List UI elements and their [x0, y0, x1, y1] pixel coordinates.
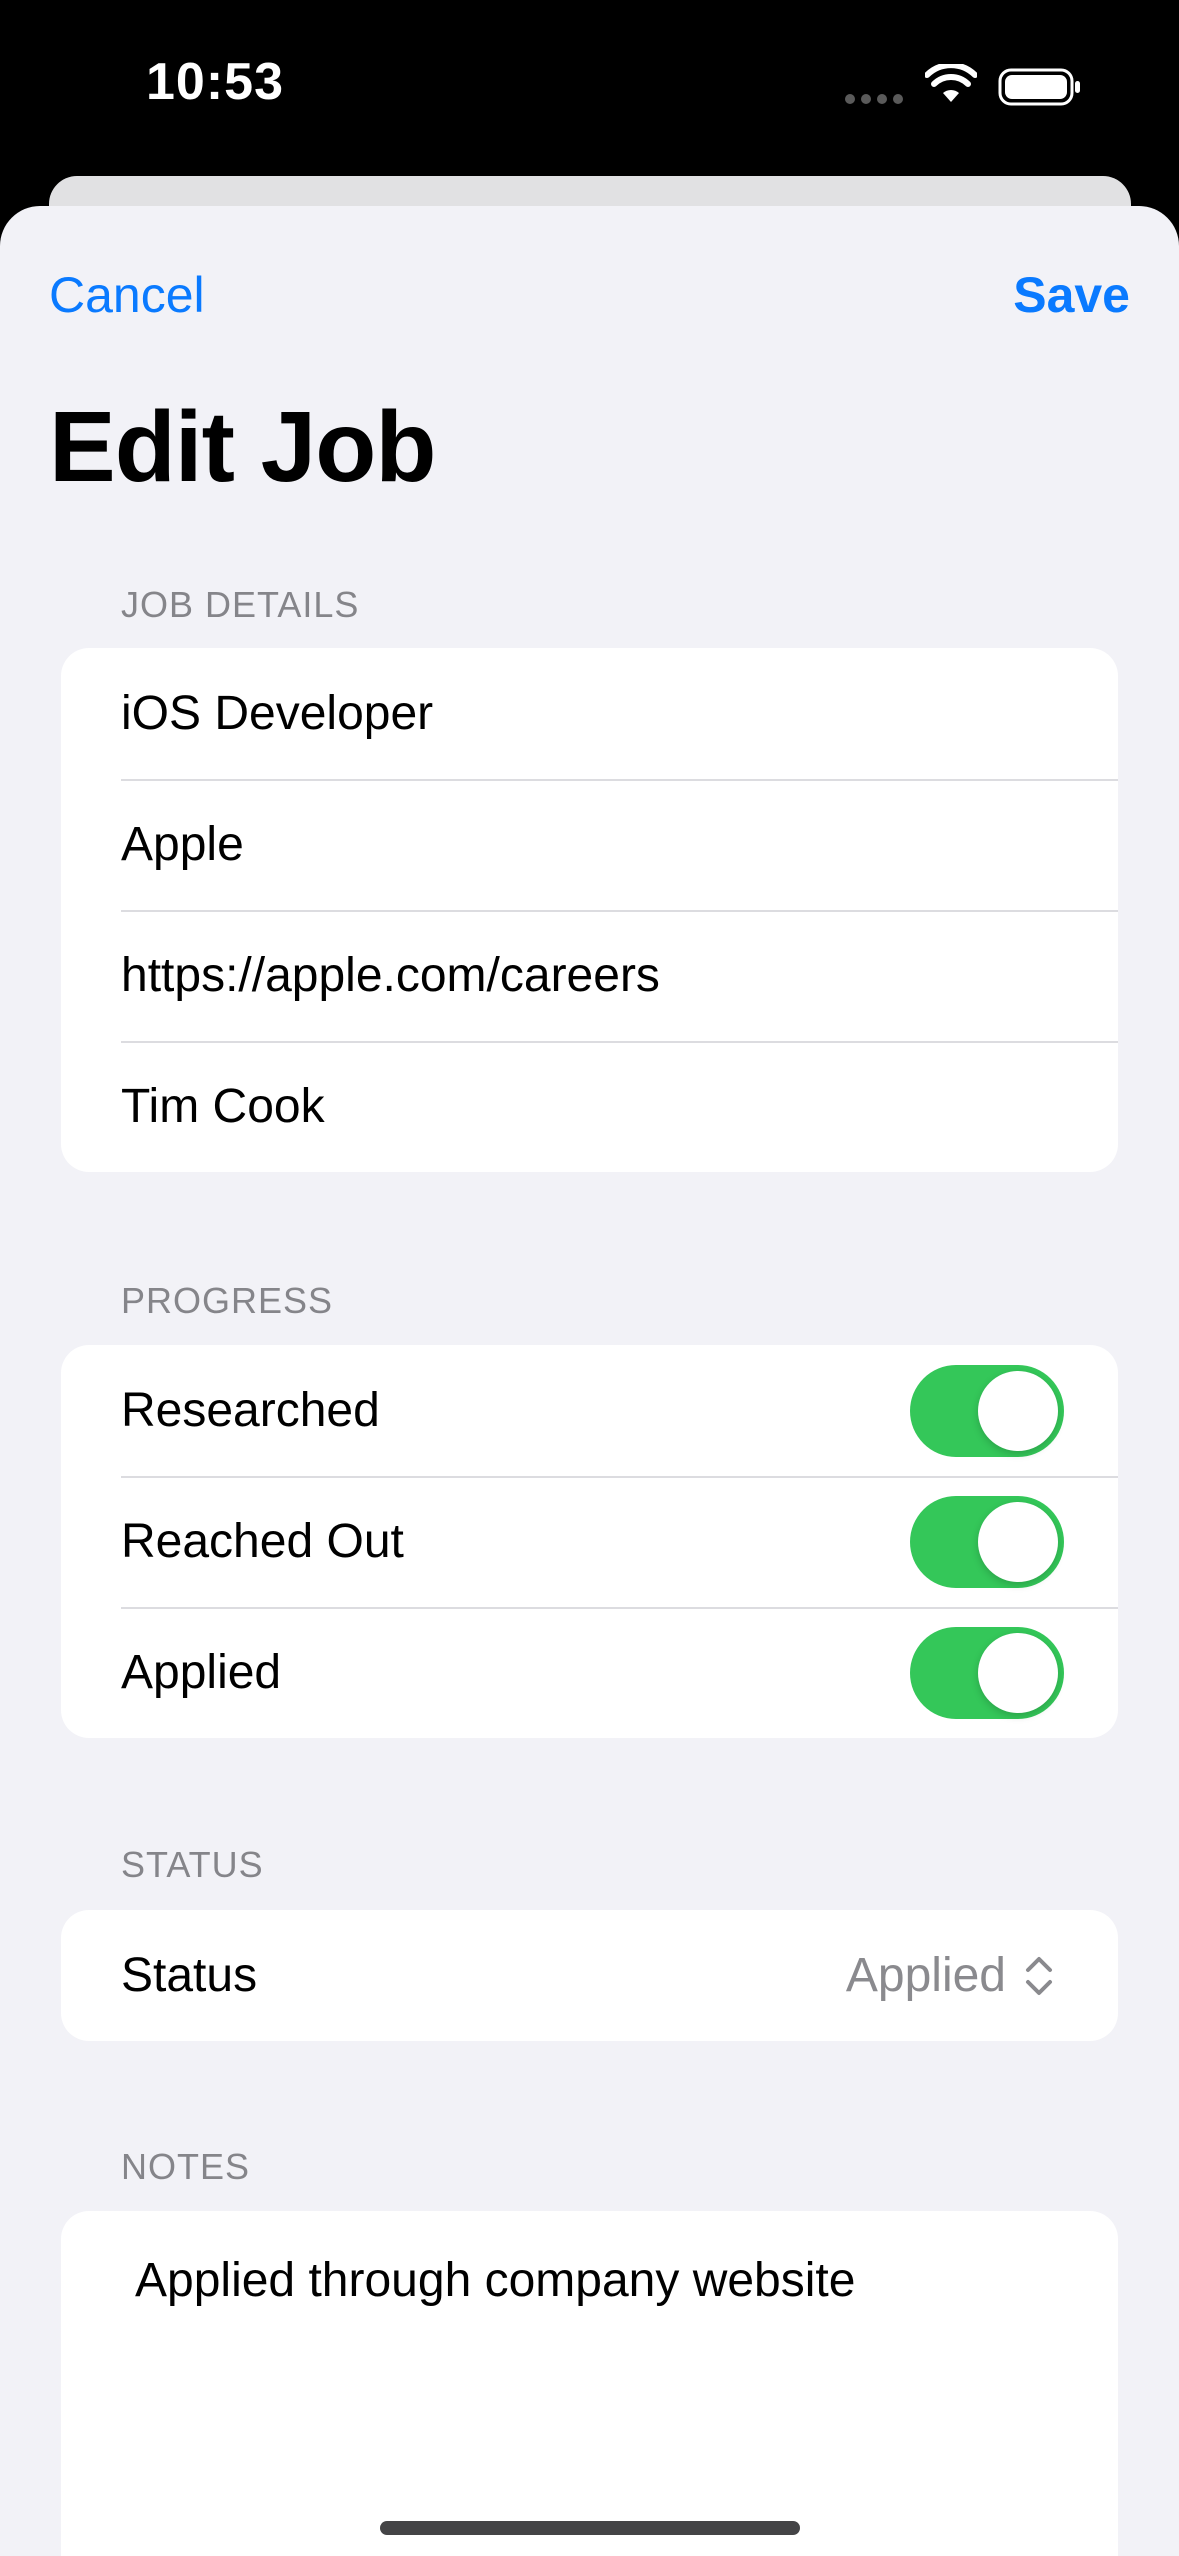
- company-field[interactable]: Apple: [61, 779, 1118, 910]
- status-header: STATUS: [121, 1844, 264, 1885]
- save-button[interactable]: Save: [1013, 266, 1130, 324]
- status-value: Applied: [845, 1949, 1006, 2002]
- researched-toggle[interactable]: [910, 1365, 1064, 1457]
- cancel-button[interactable]: Cancel: [49, 266, 205, 324]
- notes-text-editor[interactable]: Applied through company website: [61, 2211, 1118, 2556]
- status-time: 10:53: [146, 53, 284, 111]
- wifi-icon: [925, 64, 977, 102]
- job-details-header: JOB DETAILS: [121, 584, 360, 625]
- job-details-group: iOS Developer Apple https://apple.com/ca…: [61, 648, 1118, 1172]
- contact-field[interactable]: Tim Cook: [61, 1041, 1118, 1172]
- progress-row-applied: Applied: [61, 1607, 1118, 1738]
- toggle-knob: [978, 1371, 1058, 1451]
- url-field[interactable]: https://apple.com/careers: [61, 910, 1118, 1041]
- reached-out-toggle[interactable]: [910, 1496, 1064, 1588]
- status-label: Status: [121, 1949, 258, 2002]
- status-bar: 10:53: [0, 0, 1179, 175]
- progress-row-researched: Researched: [61, 1345, 1118, 1476]
- job-title-field[interactable]: iOS Developer: [61, 648, 1118, 779]
- home-indicator[interactable]: [380, 2521, 800, 2535]
- edit-job-sheet: Cancel Save Edit Job JOB DETAILS iOS Dev…: [0, 206, 1179, 2556]
- cellular-signal-icon: [845, 94, 905, 104]
- page-title: Edit Job: [49, 391, 436, 503]
- applied-label: Applied: [121, 1646, 282, 1699]
- applied-toggle[interactable]: [910, 1627, 1064, 1719]
- notes-header: NOTES: [121, 2146, 251, 2187]
- status-row[interactable]: Status Applied: [61, 1910, 1118, 2041]
- status-group: Status Applied: [61, 1910, 1118, 2041]
- reached-out-label: Reached Out: [121, 1515, 404, 1568]
- progress-row-reached-out: Reached Out: [61, 1476, 1118, 1607]
- researched-label: Researched: [121, 1384, 380, 1437]
- toggle-knob: [978, 1633, 1058, 1713]
- toggle-knob: [978, 1502, 1058, 1582]
- progress-header: PROGRESS: [121, 1280, 334, 1321]
- progress-group: Researched Reached Out Applied: [61, 1345, 1118, 1738]
- chevron-up-down-icon: [1026, 1956, 1052, 1995]
- battery-icon: [998, 68, 1080, 106]
- notes-text: Applied through company website: [135, 2254, 856, 2307]
- status-picker[interactable]: Applied: [846, 1910, 1054, 2041]
